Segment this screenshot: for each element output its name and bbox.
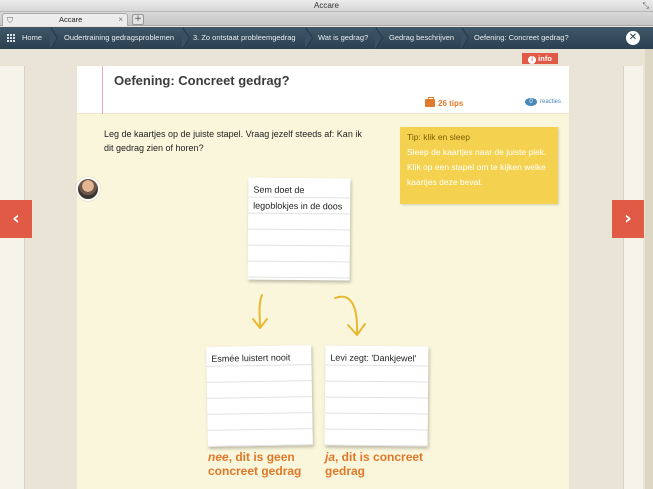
breadcrumb: Home Oudertraining gedragsproblemen 3. Z… (0, 27, 653, 49)
tips-label: 26 tips (438, 99, 464, 108)
breadcrumb-probleemgedrag[interactable]: 3. Zo ontstaat probleemgedrag (193, 27, 296, 49)
arrow-down-left-icon (252, 294, 268, 329)
previous-page-panel (0, 66, 25, 489)
info-label: info (538, 54, 552, 63)
arrow-down-right-icon (334, 295, 366, 336)
info-icon: i (528, 56, 537, 64)
pile-label-text: , dit is concreet gedrag (325, 450, 424, 478)
reacties-label: reacties (540, 99, 562, 105)
close-button[interactable]: ✕ (626, 31, 640, 45)
breadcrumb-oefening[interactable]: Oefening: Concreet gedrag? (474, 27, 569, 49)
breadcrumb-gedrag-beschrijven[interactable]: Gedrag beschrijven (389, 27, 454, 49)
app-icon: ⛉ (7, 16, 13, 25)
pile-label-prefix: nee (208, 450, 229, 464)
pile-concrete[interactable]: Levi zegt: 'Dankjewel' (324, 345, 429, 447)
pile-label-prefix: ja (325, 450, 336, 464)
scrollbar[interactable] (645, 49, 653, 489)
tips-link[interactable]: 26 tips (425, 97, 464, 108)
tip-title: Tip: klik en sleep (407, 132, 470, 142)
comment-bubble-icon: 0 (525, 98, 537, 106)
next-button[interactable]: › (612, 200, 644, 238)
suitcase-icon (425, 97, 435, 107)
new-tab-button[interactable]: + (132, 14, 144, 25)
breadcrumb-separator (375, 27, 386, 49)
tab-accare[interactable]: ⛉ Accare × (2, 13, 128, 26)
tip-body: Sleep de kaartjes naar de juiste plek. K… (407, 147, 547, 187)
reacties-link[interactable]: 0 reacties (525, 98, 561, 106)
pile-label-concrete: ja, dit is concreet gedrag (325, 450, 435, 478)
grid-icon[interactable] (7, 34, 16, 42)
breadcrumb-separator (305, 27, 316, 49)
tab-bar: ⛉ Accare × + (0, 12, 653, 26)
previous-button[interactable]: ‹ (0, 200, 32, 238)
tab-close-icon[interactable]: × (118, 14, 123, 26)
breadcrumb-home[interactable]: Home (22, 27, 42, 49)
breadcrumb-separator (182, 27, 193, 49)
window-title: Accare (314, 1, 339, 10)
window-titlebar: Accare ⤡ (0, 0, 653, 12)
pile-label-not-concrete: nee, dit is geen concreet gedrag (208, 450, 318, 478)
info-button[interactable]: i info (522, 53, 558, 64)
breadcrumb-separator (461, 27, 472, 49)
next-page-panel (623, 66, 643, 489)
instruction-text: Leg de kaartjes op de juiste stapel. Vra… (104, 129, 362, 153)
card-header: Oefening: Concreet gedrag? 26 tips 0 reac… (77, 66, 569, 114)
breadcrumb-wat-is-gedrag[interactable]: Wat is gedrag? (318, 27, 368, 49)
pile-not-concrete[interactable]: Esmée luistert nooit (206, 345, 313, 447)
margin-line (102, 66, 103, 114)
draggable-card[interactable]: Sem doet de legoblokjes in de doos (247, 177, 351, 281)
breadcrumb-separator (50, 27, 61, 49)
breadcrumb-oudertraining[interactable]: Oudertraining gedragsproblemen (64, 27, 174, 49)
tab-label: Accare (59, 15, 83, 24)
tip-note: Tip: klik en sleep Sleep de kaartjes naa… (400, 127, 558, 204)
page-title: Oefening: Concreet gedrag? (114, 73, 290, 88)
avatar (76, 177, 100, 201)
fullscreen-icon[interactable]: ⤡ (643, 0, 649, 12)
